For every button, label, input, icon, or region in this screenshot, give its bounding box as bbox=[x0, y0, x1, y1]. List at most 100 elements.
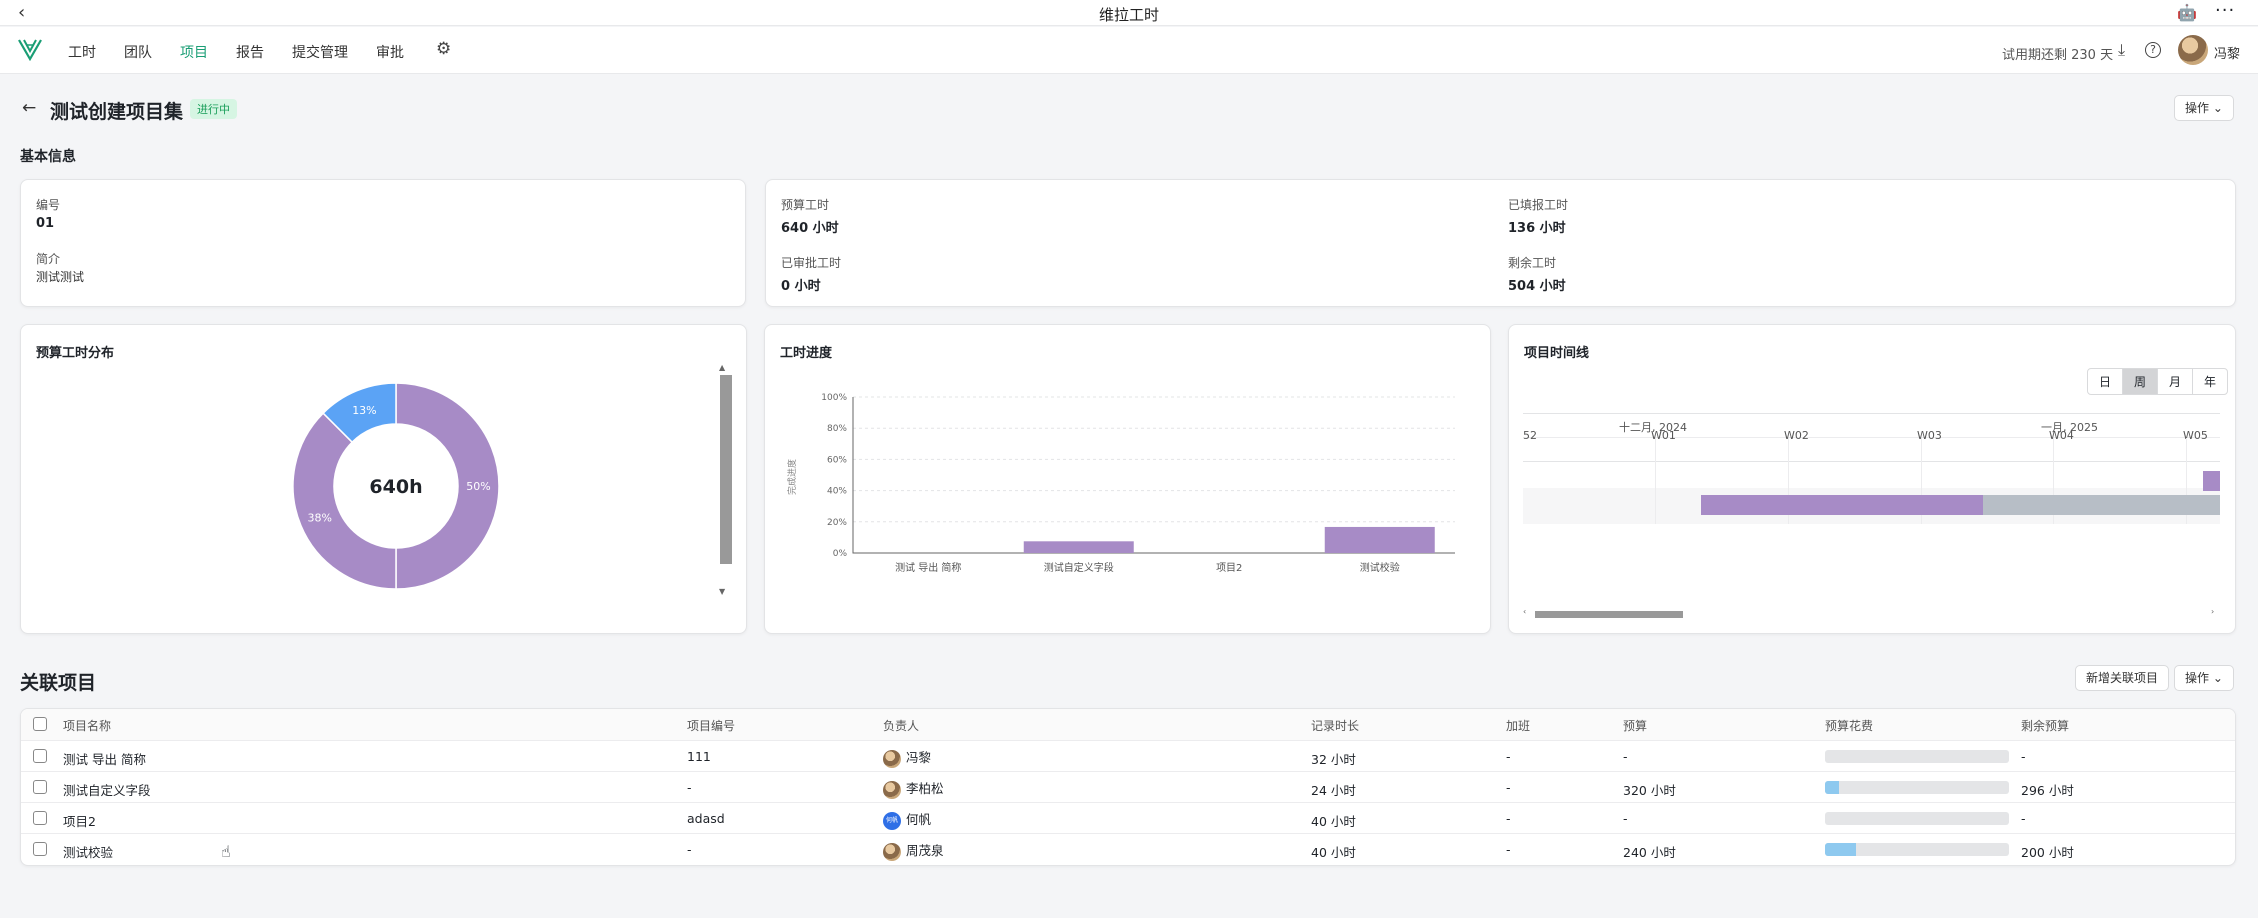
nav-item-projects[interactable]: 项目 bbox=[180, 42, 208, 62]
table-row[interactable]: 测试自定义字段 - 李柏松 24 小时 - 320 小时 296 小时 bbox=[21, 771, 2235, 802]
y-tick-label: 40% bbox=[827, 487, 847, 497]
code-value: 01 bbox=[36, 216, 55, 231]
hours-summary-card: 预算工时 640 小时 已审批工时 0 小时 已填报工时 136 小时 剩余工时… bbox=[765, 179, 2236, 307]
budget: - bbox=[1623, 811, 1628, 826]
budget-distribution-title: 预算工时分布 bbox=[36, 346, 115, 361]
owner-cell: 何帆 何帆 bbox=[883, 809, 931, 830]
col-hours[interactable]: 记录时长 bbox=[1311, 717, 1359, 734]
owner-name: 李柏松 bbox=[906, 781, 944, 796]
scale-day[interactable]: 日 bbox=[2088, 369, 2124, 394]
related-projects-table: 项目名称 项目编号 负责人 记录时长 加班 预算 预算花费 剩余预算 测试 导出… bbox=[20, 708, 2236, 866]
budget-spent-bar bbox=[1825, 781, 2009, 794]
overtime: - bbox=[1506, 749, 1511, 764]
remaining-hours-label: 剩余工时 bbox=[1508, 256, 1557, 270]
select-all-checkbox[interactable] bbox=[33, 717, 47, 731]
owner-cell: 冯黎 bbox=[883, 747, 931, 768]
operations-button[interactable]: 操作 ⌄ bbox=[2174, 95, 2234, 121]
owner-avatar bbox=[883, 749, 901, 768]
code-label: 编号 bbox=[36, 198, 61, 212]
overtime: - bbox=[1506, 842, 1511, 857]
donut-slice-label: 50% bbox=[466, 480, 490, 493]
y-tick-label: 20% bbox=[827, 518, 847, 528]
help-icon[interactable]: ? bbox=[2145, 42, 2161, 58]
budget-hours-value: 640 小时 bbox=[781, 221, 839, 236]
col-remaining[interactable]: 剩余预算 bbox=[2021, 717, 2069, 734]
owner-name: 冯黎 bbox=[906, 750, 932, 765]
related-operations-button[interactable]: 操作 ⌄ bbox=[2174, 665, 2234, 691]
col-overtime[interactable]: 加班 bbox=[1506, 717, 1530, 734]
project-name[interactable]: 项目2 bbox=[63, 811, 96, 830]
y-axis-label: 完成进度 bbox=[786, 459, 798, 495]
title-bar: ‹ 维拉工时 🤖 ··· bbox=[0, 0, 2258, 26]
table-row[interactable]: 项目2 adasd 何帆 何帆 40 小时 - - - bbox=[21, 802, 2235, 833]
project-name[interactable]: 测试校验 bbox=[63, 842, 113, 861]
budget: 240 小时 bbox=[1623, 845, 1676, 860]
page-title: 测试创建项目集 bbox=[50, 101, 184, 123]
scroll-up-icon[interactable]: ▲ bbox=[719, 363, 725, 372]
logo-icon[interactable] bbox=[17, 37, 43, 61]
gantt-area: 十二月, 2024 一月, 2025 52 W01 W02 W03 W04 W0… bbox=[1523, 413, 2220, 524]
intro-label: 简介 bbox=[36, 252, 61, 266]
donut-slice[interactable] bbox=[292, 412, 397, 590]
chevron-down-icon: ⌄ bbox=[2212, 671, 2223, 685]
row-checkbox[interactable] bbox=[33, 842, 47, 856]
scale-week[interactable]: 周 bbox=[2123, 369, 2159, 394]
col-budget[interactable]: 预算 bbox=[1623, 717, 1647, 734]
scale-month[interactable]: 月 bbox=[2158, 369, 2194, 394]
row-checkbox[interactable] bbox=[33, 780, 47, 794]
add-related-project-button[interactable]: 新增关联项目 bbox=[2075, 665, 2170, 691]
remaining-hours-value: 504 小时 bbox=[1508, 279, 1566, 294]
donut-chart: 50% 38% 13% 640h bbox=[292, 382, 500, 590]
project-name[interactable]: 测试 导出 简称 bbox=[63, 749, 146, 768]
project-code: 111 bbox=[687, 749, 711, 764]
scroll-right-icon[interactable]: › bbox=[2211, 607, 2214, 616]
col-owner[interactable]: 负责人 bbox=[883, 717, 919, 734]
gantt-bar-remaining[interactable] bbox=[1983, 495, 2220, 515]
nav-item-reports[interactable]: 报告 bbox=[236, 42, 264, 62]
gantt-bar[interactable] bbox=[2203, 471, 2220, 491]
page-back-icon[interactable]: ← bbox=[22, 98, 36, 118]
scrollbar[interactable] bbox=[720, 375, 732, 564]
gear-icon[interactable]: ⚙ bbox=[436, 39, 451, 59]
related-projects-title: 关联项目 bbox=[20, 672, 97, 694]
scroll-down-icon[interactable]: ▼ bbox=[719, 587, 725, 596]
chevron-down-icon: ⌄ bbox=[2212, 101, 2223, 115]
record-hours: 24 小时 bbox=[1311, 783, 1356, 798]
hand-cursor-icon: ☝ bbox=[221, 842, 231, 861]
row-checkbox[interactable] bbox=[33, 749, 47, 763]
remaining-budget: 200 小时 bbox=[2021, 845, 2074, 860]
table-row[interactable]: 测试 导出 简称 111 冯黎 32 小时 - - - bbox=[21, 740, 2235, 771]
y-tick-label: 60% bbox=[827, 455, 847, 465]
scale-year[interactable]: 年 bbox=[2193, 369, 2227, 394]
project-name[interactable]: 测试自定义字段 bbox=[63, 780, 151, 799]
remaining-budget: - bbox=[2021, 749, 2026, 764]
status-badge: 进行中 bbox=[190, 99, 237, 119]
avatar[interactable] bbox=[2178, 35, 2208, 65]
x-tick-label: 测试自定义字段 bbox=[1044, 561, 1114, 574]
project-code: adasd bbox=[687, 811, 725, 826]
timeline-card: 项目时间线 日 周 月 年 十二月, 2024 一月, 2025 52 W01 … bbox=[1508, 324, 2236, 634]
gantt-bar[interactable] bbox=[1701, 495, 1983, 515]
record-hours: 40 小时 bbox=[1311, 814, 1356, 829]
nav-item-approval[interactable]: 审批 bbox=[376, 42, 404, 62]
budget-distribution-card: 预算工时分布 50% 38% 13% 640h ▲ ▼ bbox=[20, 324, 747, 634]
donut-slice-label: 13% bbox=[352, 404, 376, 417]
col-spent[interactable]: 预算花费 bbox=[1825, 717, 1873, 734]
nav-item-submissions[interactable]: 提交管理 bbox=[292, 42, 348, 62]
bar[interactable] bbox=[1023, 541, 1134, 553]
gantt-scrollbar[interactable] bbox=[1535, 611, 1683, 618]
download-icon[interactable]: ⤓ bbox=[2118, 40, 2125, 60]
y-tick-label: 0% bbox=[833, 549, 848, 559]
nav-item-worktime[interactable]: 工时 bbox=[68, 42, 96, 62]
table-row[interactable]: 测试校验 - 周茂泉 40 小时 - 240 小时 200 小时 bbox=[21, 833, 2235, 864]
bar[interactable] bbox=[1324, 526, 1435, 553]
progress-card: 工时进度 100% 80% 60% 40% 20% 0% 测试 导出 简称 测试自定义字段 项… bbox=[764, 324, 1491, 634]
more-icon[interactable]: ··· bbox=[2215, 0, 2235, 21]
col-name[interactable]: 项目名称 bbox=[63, 717, 111, 734]
trial-text: 试用期还剩 230 天 bbox=[2002, 48, 2114, 63]
nav-item-team[interactable]: 团队 bbox=[124, 42, 152, 62]
robot-icon[interactable]: 🤖 bbox=[2177, 3, 2197, 22]
scroll-left-icon[interactable]: ‹ bbox=[1523, 607, 1526, 616]
row-checkbox[interactable] bbox=[33, 811, 47, 825]
col-code[interactable]: 项目编号 bbox=[687, 717, 735, 734]
